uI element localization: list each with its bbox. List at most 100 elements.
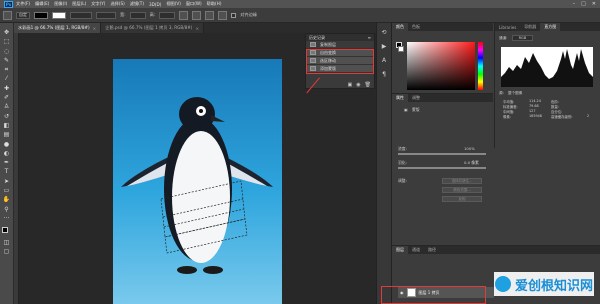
tab-document-1[interactable]: 水彩画1 @ 66.7% (图层 1, RGB/8#) × (14, 23, 102, 33)
path-ops-icon[interactable] (179, 10, 189, 20)
tab-histogram[interactable]: 直方图 (540, 23, 561, 31)
color-panel-swatches[interactable] (396, 42, 404, 54)
preset-select[interactable]: 自定 (16, 11, 30, 19)
feather-value[interactable]: 0.0 像素 (464, 160, 479, 166)
crop-tool-icon[interactable]: ⌗ (2, 66, 11, 74)
width-field[interactable] (129, 11, 146, 19)
new-document-icon[interactable]: ▣ (348, 82, 353, 88)
path-select-tool-icon[interactable]: ➤ (2, 178, 11, 186)
color-swatches[interactable] (1, 227, 12, 237)
tab-channels[interactable]: 通道 (408, 246, 424, 254)
close-icon[interactable]: ✕ (592, 1, 596, 7)
hand-tool-icon[interactable]: ✋ (2, 196, 11, 204)
tab-navigator[interactable]: 导航器 (520, 23, 540, 31)
history-item[interactable]: 复制图层 (306, 41, 374, 49)
window-controls: – □ ✕ (573, 0, 596, 8)
actions-panel-icon[interactable]: ▶ (380, 43, 388, 51)
tab-layers[interactable]: 图层 (392, 246, 408, 254)
select-and-mask-button[interactable]: 选择并遮住... (442, 178, 482, 184)
width-label: 宽: (120, 12, 126, 17)
move-tool-icon[interactable]: ✥ (2, 29, 11, 37)
quick-select-tool-icon[interactable]: ✎ (2, 57, 11, 65)
path-arrange-icon[interactable] (205, 10, 215, 20)
hue-slider[interactable] (478, 42, 483, 90)
edit-toolbar-icon[interactable]: ··· (2, 215, 11, 223)
document-canvas[interactable] (113, 59, 282, 304)
menu-layer[interactable]: 图层(L) (72, 1, 86, 7)
stroke-swatch[interactable] (52, 11, 66, 19)
character-panel-icon[interactable]: A (380, 57, 388, 65)
marquee-tool-icon[interactable]: ⬚ (2, 38, 11, 46)
tab-paths[interactable]: 路径 (424, 246, 440, 254)
history-brush-tool-icon[interactable]: ↺ (2, 113, 11, 121)
gradient-tool-icon[interactable]: ▤ (2, 131, 11, 139)
watermark-text: 爱创根知识网 (514, 278, 593, 294)
history-panel-icon[interactable]: ⟲ (380, 29, 388, 37)
fill-swatch[interactable] (34, 11, 48, 19)
collapsed-panels-strip: ⟲ ▶ A ¶ (376, 23, 392, 304)
stamp-tool-icon[interactable]: ♙ (2, 103, 11, 111)
histogram-panel-tabs: Libraries 导航器 直方图 (495, 23, 600, 31)
tab-adjustments[interactable]: 调整 (408, 94, 424, 102)
foreground-color[interactable] (1, 227, 8, 234)
history-step-icon (310, 42, 316, 47)
eraser-tool-icon[interactable]: ◧ (2, 122, 11, 130)
tab-swatches[interactable]: 色板 (408, 23, 424, 31)
healing-tool-icon[interactable]: ✚ (2, 85, 11, 93)
density-value[interactable]: 100% (464, 146, 475, 151)
annotation-highlight (306, 49, 374, 74)
menu-image[interactable]: 图像(I) (54, 1, 67, 7)
color-picker-field[interactable] (407, 42, 475, 90)
close-icon[interactable]: × (195, 26, 199, 31)
menu-view[interactable]: 视图(V) (166, 1, 181, 7)
invert-button[interactable]: 反相 (442, 196, 482, 202)
quick-mask-icon[interactable]: ◫ (2, 239, 11, 247)
menu-type[interactable]: 文字(Y) (91, 1, 105, 7)
menu-edit[interactable]: 编辑(E) (35, 1, 49, 7)
maximize-icon[interactable]: □ (581, 1, 586, 7)
tab-libraries[interactable]: Libraries (495, 23, 520, 31)
close-icon[interactable]: × (93, 26, 97, 31)
tab-properties[interactable]: 属性 (392, 94, 408, 102)
menu-select[interactable]: 选择(S) (110, 1, 124, 7)
gear-icon[interactable] (218, 10, 228, 20)
eyedropper-tool-icon[interactable]: ⁄ (2, 75, 11, 83)
source-value[interactable]: 整个图像 (508, 91, 522, 95)
pixels-label: 像素: (503, 115, 511, 119)
trash-icon[interactable]: 🗑 (365, 82, 371, 88)
mask-icon: ▣ (404, 107, 408, 112)
path-align-icon[interactable] (192, 10, 202, 20)
pen-tool-icon[interactable]: ✒ (2, 159, 11, 167)
menu-3d[interactable]: 3D(D) (149, 2, 161, 7)
zoom-tool-icon[interactable]: ⚲ (2, 206, 11, 214)
stroke-width-field[interactable] (70, 11, 92, 19)
tool-preset-icon[interactable] (3, 10, 12, 20)
type-tool-icon[interactable]: T (2, 168, 11, 176)
dodge-tool-icon[interactable]: ◐ (2, 150, 11, 158)
channel-select[interactable]: RGB (511, 35, 534, 41)
tab-color[interactable]: 颜色 (392, 23, 408, 31)
align-edges-checkbox[interactable] (231, 12, 237, 18)
color-range-button[interactable]: 颜色范围... (442, 187, 482, 193)
lasso-tool-icon[interactable]: ◌ (2, 48, 11, 56)
background-color[interactable] (398, 46, 404, 52)
height-field[interactable] (159, 11, 176, 19)
brush-tool-icon[interactable]: ✐ (2, 94, 11, 102)
panel-menu-icon[interactable]: ≡ (368, 35, 371, 40)
screen-mode-icon[interactable]: ▢ (2, 248, 11, 256)
blur-tool-icon[interactable]: ● (2, 141, 11, 149)
menu-file[interactable]: 文件(F) (16, 1, 30, 7)
density-label: 浓度: (398, 146, 407, 151)
tab-document-2[interactable]: 企鹅.psd @ 66.7% (图层 1 拷贝 3, RGB/8#) × (101, 23, 204, 33)
paragraph-panel-icon[interactable]: ¶ (380, 71, 388, 79)
shape-tool-icon[interactable]: ▭ (2, 187, 11, 195)
layers-panel-tabs: 图层 通道 路径 (392, 246, 600, 254)
menu-window[interactable]: 窗口(W) (186, 1, 202, 7)
density-slider[interactable] (398, 153, 486, 155)
minimize-icon[interactable]: – (573, 1, 576, 7)
camera-icon[interactable]: ◉ (356, 82, 360, 88)
menu-help[interactable]: 帮助(H) (207, 1, 222, 7)
stroke-type-select[interactable] (96, 11, 116, 19)
feather-slider[interactable] (398, 167, 486, 169)
menu-filter[interactable]: 滤镜(T) (130, 1, 144, 7)
